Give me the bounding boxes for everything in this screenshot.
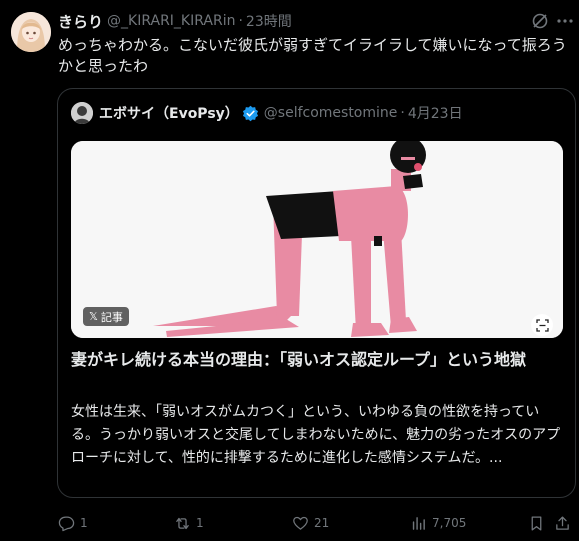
post-text: めっちゃわかる。こないだ彼氏が弱すぎてイライラして嫌いになって振ろうかと思ったわ: [58, 36, 567, 75]
quoted-avatar[interactable]: [71, 102, 93, 124]
quoted-post[interactable]: エボサイ（EvoPsy） @selfcomestomine · 4月23日 𝕏 …: [57, 88, 576, 498]
share-button[interactable]: [554, 512, 571, 534]
like-icon: [293, 516, 308, 530]
quoted-post-header: エボサイ（EvoPsy） @selfcomestomine · 4月23日: [71, 101, 463, 125]
article-badge: 𝕏 記事: [83, 307, 129, 326]
author-name[interactable]: きらり: [58, 11, 103, 32]
reply-count: 1: [80, 516, 88, 530]
repost-icon: [176, 517, 189, 529]
verified-badge-icon: [242, 105, 258, 121]
bookmark-button[interactable]: [528, 512, 545, 534]
article-title[interactable]: 妻がキレ続ける本当の理由：「弱いオス認定ループ」という地獄: [71, 348, 563, 372]
avatar[interactable]: [11, 12, 51, 52]
post-header: きらり @_KIRARI_KIRARin · 23時間: [58, 11, 569, 31]
crawling-figure-illustration: [71, 141, 563, 338]
views-count: 7,705: [432, 516, 467, 530]
author-handle[interactable]: @_KIRARI_KIRARin: [107, 13, 235, 29]
article-badge-label: 記事: [100, 310, 123, 324]
separator-dot: ·: [238, 13, 243, 29]
scan-icon[interactable]: [531, 314, 553, 336]
views-button[interactable]: 7,705: [410, 512, 466, 534]
bookmark-icon: [531, 515, 542, 531]
quoted-author-name[interactable]: エボサイ（EvoPsy）: [99, 103, 239, 123]
quoted-author-handle[interactable]: @selfcomestomine: [264, 105, 398, 121]
article-description: 女性は生来、「弱いオスがムカつく」という、いわゆる負の性欲を持っている。うっかり…: [71, 404, 561, 466]
post-time[interactable]: 23時間: [246, 11, 292, 31]
grok-icon[interactable]: [531, 12, 549, 30]
repost-button[interactable]: 1: [174, 512, 204, 534]
views-icon: [412, 516, 425, 530]
more-icon[interactable]: [555, 12, 575, 30]
like-button[interactable]: 21: [292, 512, 329, 534]
like-count: 21: [314, 516, 330, 530]
separator-dot: ·: [400, 105, 405, 121]
reply-button[interactable]: 1: [58, 512, 88, 534]
action-bar: 1 1 21 7,705: [58, 512, 573, 534]
reply-icon: [58, 515, 75, 531]
repost-count: 1: [196, 516, 204, 530]
x-logo-icon: 𝕏: [89, 310, 98, 323]
article-cover-image[interactable]: 𝕏 記事: [71, 141, 563, 338]
share-icon: [556, 515, 569, 530]
quoted-post-date[interactable]: 4月23日: [408, 103, 463, 123]
